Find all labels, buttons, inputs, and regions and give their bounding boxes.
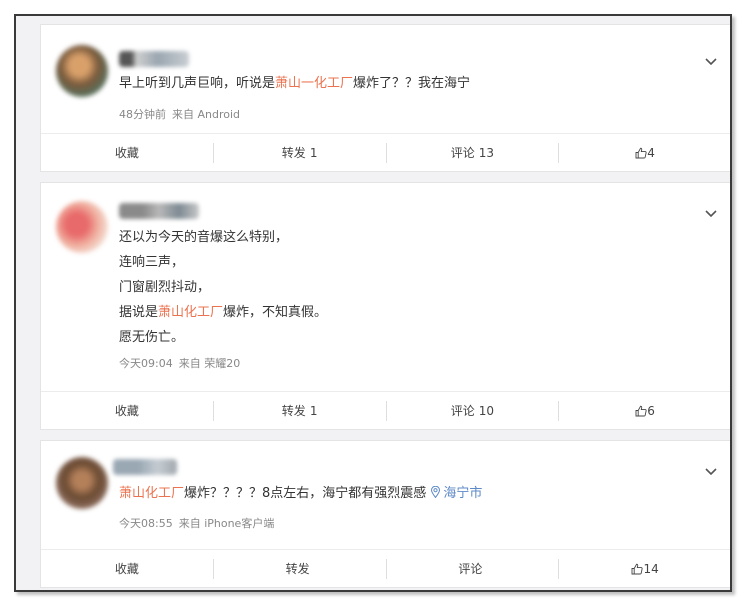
comment-button[interactable]: 评论 13 bbox=[387, 142, 560, 163]
content-line: 据说是萧山化工厂爆炸，不知真假。 bbox=[119, 300, 327, 325]
blurred-username[interactable] bbox=[119, 203, 199, 219]
post-source: 来自 Android bbox=[172, 108, 241, 121]
avatar[interactable] bbox=[56, 457, 108, 509]
weibo-post: 还以为今天的音爆这么特别， 连响三声， 门窗剧烈抖动， 据说是萧山化工厂爆炸，不知真假… bbox=[40, 182, 730, 430]
content-line: 还以为今天的音爆这么特别， bbox=[119, 225, 327, 250]
thumbs-up-icon bbox=[632, 563, 644, 574]
like-count: 14 bbox=[643, 561, 659, 576]
weibo-post: 早上听到几声巨响，听说是萧山一化工厂爆炸了？？我在海宁 48分钟前 来自 Andr… bbox=[40, 24, 730, 172]
content-line: 愿无伤亡。 bbox=[119, 325, 327, 350]
post-time[interactable]: 48分钟前 bbox=[119, 108, 166, 121]
chevron-down-icon[interactable] bbox=[705, 207, 717, 219]
like-count: 4 bbox=[647, 145, 655, 160]
thumbs-up-icon bbox=[635, 405, 647, 416]
post-content: 早上听到几声巨响，听说是萧山一化工厂爆炸了？？我在海宁 bbox=[119, 71, 470, 96]
content-text: 连响三声， bbox=[119, 255, 185, 270]
favorite-label: 收藏 bbox=[114, 404, 139, 418]
comment-count: 10 bbox=[478, 403, 495, 418]
like-count: 6 bbox=[647, 403, 655, 418]
post-source: 来自 荣耀20 bbox=[178, 357, 241, 370]
post-time[interactable]: 今天09:04 bbox=[119, 357, 173, 370]
content-line: 早上听到几声巨响，听说是萧山一化工厂爆炸了？？我在海宁 bbox=[119, 71, 470, 96]
chevron-down-icon[interactable] bbox=[705, 55, 717, 67]
avatar[interactable] bbox=[56, 201, 108, 253]
topic-link[interactable]: 萧山化工厂 bbox=[158, 305, 223, 320]
action-bar: 收藏 转发 1 评论 13 4 bbox=[41, 133, 730, 171]
repost-label: 转发 bbox=[281, 146, 306, 160]
comment-label: 评论 bbox=[458, 562, 483, 576]
content-line: 连响三声， bbox=[119, 250, 327, 275]
repost-button[interactable]: 转发 1 bbox=[214, 142, 387, 163]
repost-label: 转发 bbox=[285, 562, 310, 576]
content-text: 还以为今天的音爆这么特别， bbox=[119, 230, 289, 245]
favorite-button[interactable]: 收藏 bbox=[41, 142, 214, 163]
screenshot-frame: 早上听到几声巨响，听说是萧山一化工厂爆炸了？？我在海宁 48分钟前 来自 Andr… bbox=[14, 14, 732, 592]
comment-label: 评论 bbox=[450, 404, 475, 418]
content-text: 早上听到几声巨响，听说是 bbox=[119, 76, 276, 91]
favorite-label: 收藏 bbox=[114, 146, 139, 160]
avatar[interactable] bbox=[56, 45, 108, 97]
repost-button[interactable]: 转发 bbox=[214, 558, 387, 579]
repost-label: 转发 bbox=[281, 404, 306, 418]
post-content: 萧山化工厂爆炸？？？？8点左右，海宁都有强烈震感 海宁市 bbox=[119, 481, 482, 506]
content-text: 愿无伤亡。 bbox=[119, 330, 185, 345]
post-meta: 今天09:04 来自 荣耀20 bbox=[119, 355, 240, 371]
favorite-button[interactable]: 收藏 bbox=[41, 400, 214, 421]
action-bar: 收藏 转发 1 评论 10 6 bbox=[41, 391, 730, 429]
comment-label: 评论 bbox=[450, 146, 475, 160]
repost-button[interactable]: 转发 1 bbox=[214, 400, 387, 421]
topic-link[interactable]: 萧山化工厂 bbox=[119, 486, 184, 501]
comment-button[interactable]: 评论 10 bbox=[387, 400, 560, 421]
weibo-post: 萧山化工厂爆炸？？？？8点左右，海宁都有强烈震感 海宁市 今天08:55 来自 i… bbox=[40, 440, 730, 588]
like-button[interactable]: 6 bbox=[559, 401, 730, 421]
post-time[interactable]: 今天08:55 bbox=[119, 517, 173, 530]
chevron-down-icon[interactable] bbox=[705, 465, 717, 477]
content-text: 爆炸？？？？8点左右，海宁都有强烈震感 bbox=[184, 486, 431, 501]
post-meta: 48分钟前 来自 Android bbox=[119, 106, 240, 122]
post-source: 来自 iPhone客户端 bbox=[178, 517, 275, 530]
favorite-button[interactable]: 收藏 bbox=[41, 558, 214, 579]
content-line: 门窗剧烈抖动， bbox=[119, 275, 327, 300]
favorite-label: 收藏 bbox=[114, 562, 139, 576]
content-line: 萧山化工厂爆炸？？？？8点左右，海宁都有强烈震感 海宁市 bbox=[119, 481, 482, 506]
comment-button[interactable]: 评论 bbox=[387, 558, 560, 579]
location-pin-icon bbox=[431, 485, 441, 499]
repost-count: 1 bbox=[309, 403, 318, 418]
location-link[interactable]: 海宁市 bbox=[443, 486, 482, 501]
content-text: 门窗剧烈抖动， bbox=[119, 280, 211, 295]
post-content: 还以为今天的音爆这么特别， 连响三声， 门窗剧烈抖动， 据说是萧山化工厂爆炸，不知真假… bbox=[119, 225, 327, 350]
topic-link[interactable]: 萧山一化工厂 bbox=[275, 76, 353, 91]
action-bar: 收藏 转发 评论 14 bbox=[41, 549, 730, 587]
content-text: 据说是 bbox=[119, 305, 159, 320]
blurred-username[interactable] bbox=[113, 459, 177, 475]
repost-count: 1 bbox=[309, 145, 318, 160]
like-button[interactable]: 4 bbox=[559, 143, 730, 163]
thumbs-up-icon bbox=[635, 147, 647, 158]
comment-count: 13 bbox=[478, 145, 495, 160]
post-meta: 今天08:55 来自 iPhone客户端 bbox=[119, 515, 274, 531]
content-text: 爆炸了？？我在海宁 bbox=[353, 76, 471, 91]
content-text: 爆炸，不知真假。 bbox=[223, 305, 328, 320]
like-button[interactable]: 14 bbox=[559, 559, 730, 579]
blurred-username[interactable] bbox=[119, 51, 189, 67]
